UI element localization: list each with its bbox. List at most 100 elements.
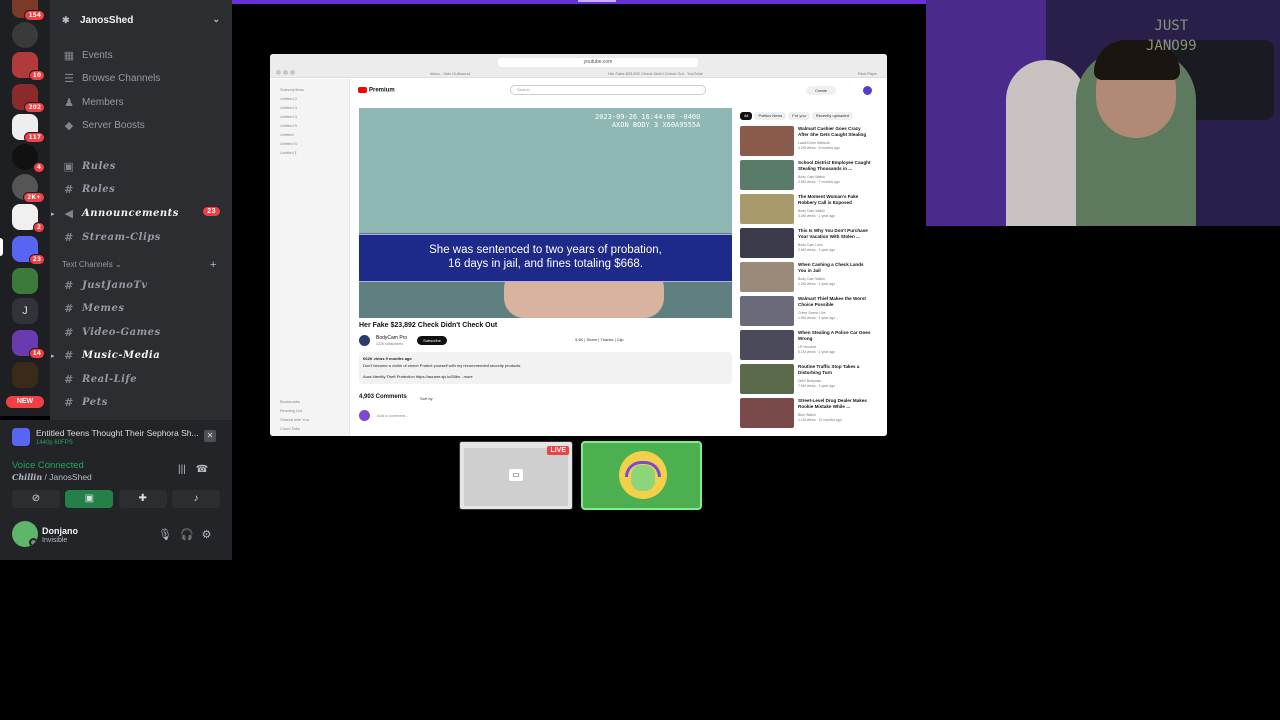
- sidebar-item[interactable]: Untitled 6: [280, 141, 297, 146]
- sort-button[interactable]: Sort by: [420, 396, 433, 401]
- new-unreads-pill[interactable]: NEW: [6, 396, 44, 408]
- rec-meta: Blue Watch 1.1M views · 10 months ago: [798, 413, 842, 422]
- search-input[interactable]: Search: [510, 85, 706, 95]
- server-icon[interactable]: 4: [12, 144, 45, 173]
- gear-icon[interactable]: ⚙: [202, 529, 212, 541]
- active-stream-card[interactable]: Entitled Teens Thought Their Sephora Sh.…: [12, 426, 220, 448]
- channel-video-games[interactable]: # Video-Games: [58, 322, 224, 342]
- sidebar-item[interactable]: Reading List: [280, 408, 302, 413]
- sidebar-item[interactable]: Untitled: [280, 132, 294, 137]
- channel-rules[interactable]: ▣ Rules: [58, 156, 224, 176]
- sidebar-item[interactable]: Untitled 2: [280, 96, 297, 101]
- address-bar[interactable]: youtube.com: [498, 58, 698, 67]
- server-icon[interactable]: 202: [12, 84, 45, 113]
- sidebar-item[interactable]: Cloud Tabs: [280, 426, 300, 431]
- description-box[interactable]: 602K views 9 months ago Don't become a v…: [359, 352, 732, 384]
- channel-justjanotv[interactable]: # JustJanoTv: [58, 275, 224, 295]
- sidebar-item[interactable]: Untitled 4: [280, 114, 297, 119]
- server-icon[interactable]: [12, 22, 38, 48]
- chip[interactable]: All: [740, 112, 753, 120]
- video-actions[interactable]: 9.6K | Share | Thanks | Clip: [575, 337, 624, 342]
- browser-tab[interactable]: Her Fake $23,892 Check Didn't Check Out …: [608, 70, 703, 78]
- disconnect-icon[interactable]: ☎: [196, 464, 208, 475]
- channel-real-life[interactable]: # Real-Life: [58, 369, 224, 389]
- nav-events[interactable]: ▦ Events: [58, 45, 224, 65]
- avatar[interactable]: [863, 86, 872, 95]
- stream-participant-tile[interactable]: ▭ LIVE: [459, 441, 573, 510]
- channel-announcements[interactable]: ▸ ◀ Announcements 23: [51, 203, 224, 223]
- user-participant-tile[interactable]: [581, 441, 702, 510]
- sidebar-item[interactable]: Shared with You: [280, 417, 309, 422]
- server-icon[interactable]: 117: [12, 114, 45, 143]
- server-icon[interactable]: 154: [12, 0, 45, 21]
- channel-memes[interactable]: # Memes: [58, 298, 224, 318]
- guild-header[interactable]: ✱ JanosShed ⌄: [50, 10, 232, 30]
- recommended-video[interactable]: School District Employee Caught Stealing…: [740, 160, 880, 192]
- server-icon[interactable]: 2: [12, 204, 45, 233]
- drag-handle[interactable]: [578, 0, 616, 2]
- username[interactable]: Donjano: [42, 526, 78, 536]
- recommended-video[interactable]: Routine Traffic Stop Takes a Disturbing …: [740, 364, 880, 396]
- calendar-icon: ▦: [63, 49, 75, 62]
- server-icon[interactable]: 14: [12, 330, 45, 359]
- channel-avatar[interactable]: [359, 335, 370, 346]
- video-player[interactable]: 2023-09-26 16:44:08 -0400 AXON BODY 3 X60…: [359, 108, 732, 318]
- browser-tab[interactable]: Inbox - Vstv Outbound: [430, 70, 470, 78]
- camera-off-icon[interactable]: ⊘: [12, 490, 60, 508]
- create-button[interactable]: Create: [806, 86, 836, 95]
- comment-input[interactable]: Add a comment...: [377, 413, 408, 418]
- sidebar-item[interactable]: Untitled 1: [280, 150, 297, 155]
- voice-channel-path[interactable]: Chillin / JanosShed: [12, 472, 92, 482]
- signal-icon[interactable]: |||: [178, 464, 186, 475]
- add-channel-icon[interactable]: +: [210, 259, 216, 271]
- rec-meta: Law&Crime Network 4.2M views · 8 months …: [798, 141, 840, 150]
- recommended-video[interactable]: The Moment Woman's Fake Robbery Call is …: [740, 194, 880, 226]
- sidebar-item[interactable]: Untitled 3: [280, 105, 297, 110]
- nav-browse-channels[interactable]: ☰ Browse Channels: [58, 68, 224, 88]
- channel-music-media[interactable]: ▸ # Music-Media: [51, 345, 224, 365]
- subscriber-count: 122K subscribers: [376, 342, 404, 346]
- browser-tab[interactable]: Rect Pape: [858, 70, 877, 78]
- recommended-video[interactable]: This Is Why You Don't Purchase Your Vaca…: [740, 228, 880, 260]
- recommended-video[interactable]: When Cashing a Check Lands You in Jail Bo…: [740, 262, 880, 294]
- microphone-icon[interactable]: 🎙: [158, 529, 172, 541]
- server-icon[interactable]: [12, 268, 38, 294]
- channel-name[interactable]: BodyCam Pro: [376, 335, 407, 341]
- recommended-video[interactable]: Walmart Thief Makes the Worst Choice Pos…: [740, 296, 880, 328]
- youtube-logo[interactable]: Premium: [358, 87, 395, 94]
- shared-screen[interactable]: youtube.com Inbox - Vstv Outbound Her Fa…: [270, 54, 887, 436]
- server-icon[interactable]: J: [12, 298, 38, 324]
- channel-roles[interactable]: # Roles: [58, 179, 224, 199]
- activities-icon[interactable]: ✚: [118, 490, 167, 508]
- video-title: Her Fake $23,892 Check Didn't Check Out: [359, 322, 498, 329]
- stop-stream-icon[interactable]: ✕: [204, 430, 216, 442]
- chip[interactable]: For you: [788, 112, 810, 120]
- soundboard-icon[interactable]: ♪: [171, 490, 220, 508]
- server-icon[interactable]: 2K+: [12, 174, 45, 203]
- screen-share-icon[interactable]: ▣: [65, 490, 114, 508]
- server-icon-janosshed[interactable]: 23: [12, 236, 45, 265]
- server-icon[interactable]: 10: [12, 52, 45, 81]
- rec-meta: DMV Bodycam 7.9M views · 1 year ago: [798, 379, 836, 388]
- chip[interactable]: Politics News: [754, 112, 787, 120]
- channel-pets[interactable]: # Pets: [58, 392, 224, 412]
- recommended-video[interactable]: Street-Level Drug Dealer Makes Rookie Mi…: [740, 398, 880, 430]
- subscribe-button[interactable]: Subscribe: [417, 336, 447, 345]
- voice-status[interactable]: Voice Connected: [12, 460, 84, 471]
- sidebar-item[interactable]: Subscriptions: [280, 87, 304, 92]
- channel-stream-clips[interactable]: # Stream-Clips: [58, 227, 224, 247]
- server-icon[interactable]: [12, 362, 38, 388]
- category-label: Text Channels: [62, 260, 113, 269]
- chip[interactable]: Recently uploaded: [811, 112, 853, 120]
- nav-server-boosts[interactable]: ◆ Server Boosts: [58, 115, 224, 135]
- sidebar-item[interactable]: Untitled 5: [280, 123, 297, 128]
- recommended-video[interactable]: When Stealing A Police Car Goes Wrong LR …: [740, 330, 880, 362]
- headphones-icon[interactable]: 🎧: [180, 529, 194, 541]
- category-text-channels[interactable]: Text Channels ⌄ +: [62, 259, 216, 271]
- browser-sidebar: Subscriptions Untitled 2 Untitled 3 Unti…: [270, 79, 350, 436]
- sidebar-item[interactable]: Bookmarks: [280, 399, 300, 404]
- nav-members[interactable]: ♟ Members: [58, 92, 224, 112]
- stream-title: Entitled Teens Thought Their Sephora Sh.…: [36, 428, 199, 438]
- avatar[interactable]: [12, 521, 38, 547]
- recommended-video[interactable]: Walmart Cashier Goes Crazy After She Get…: [740, 126, 880, 158]
